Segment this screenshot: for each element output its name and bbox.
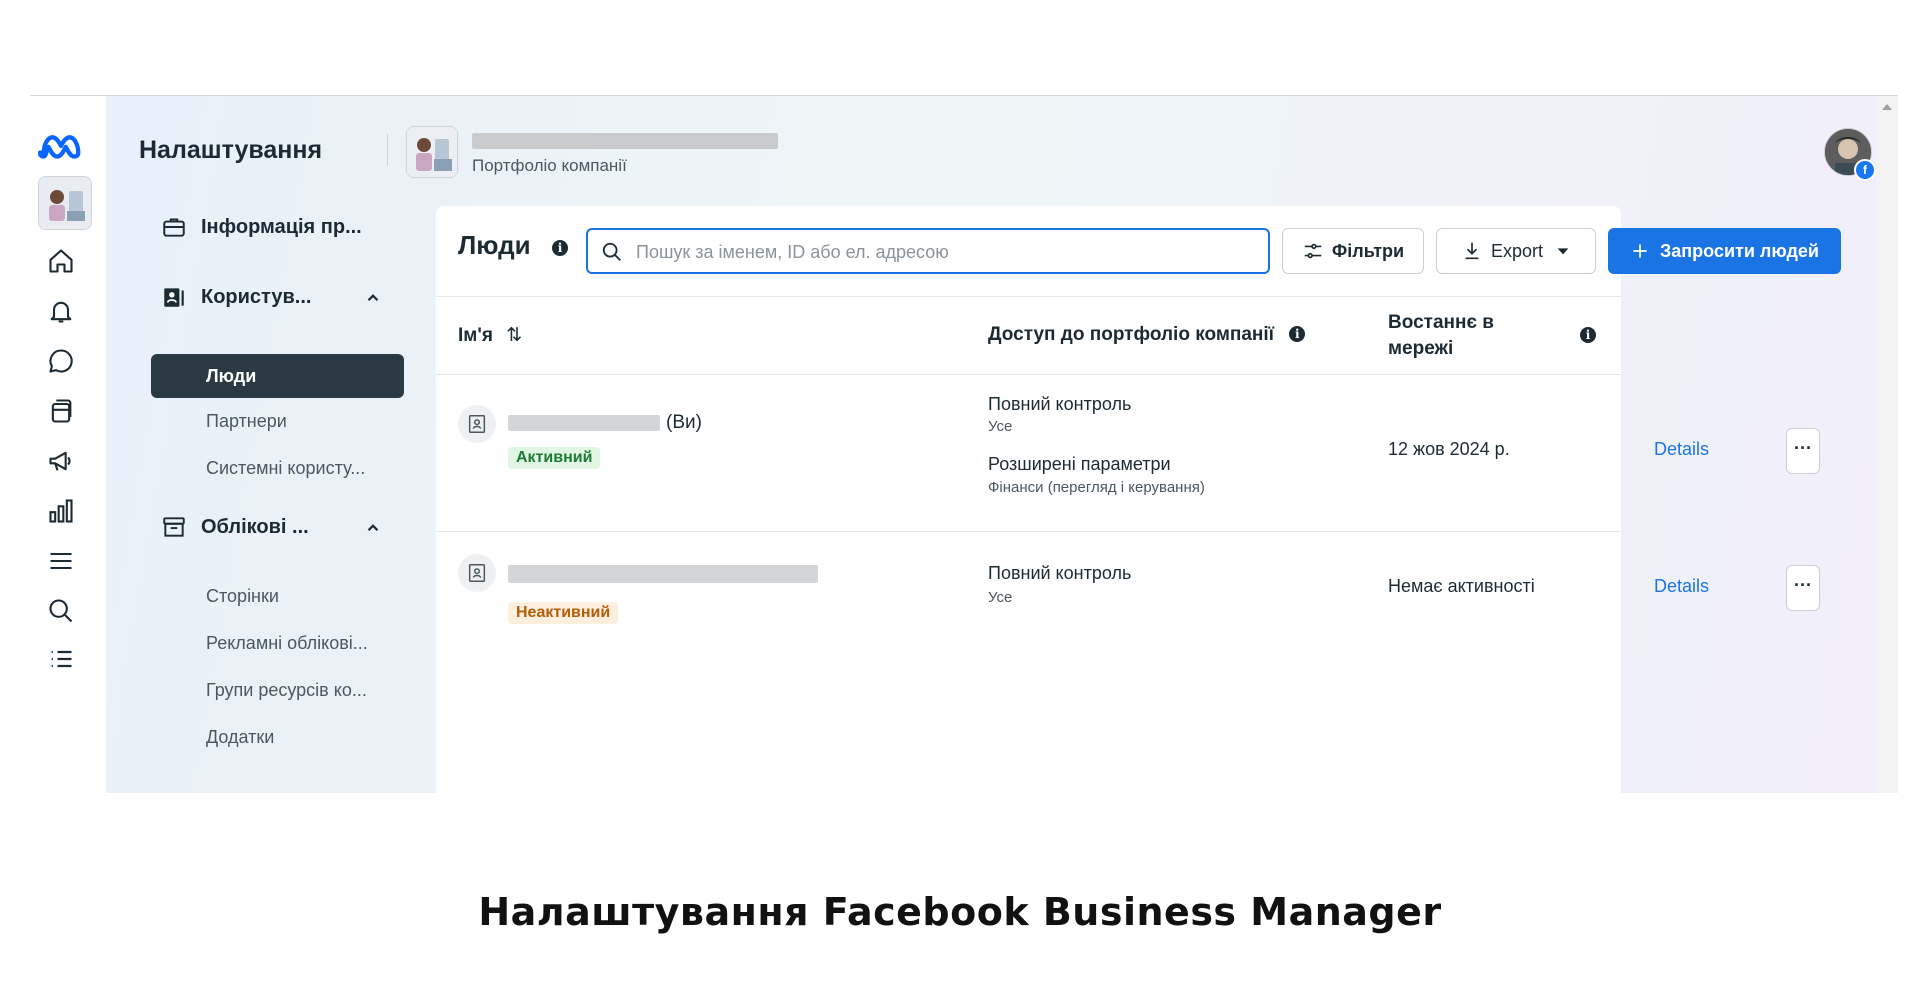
sidebar-item-ad-accounts[interactable]: Рекламні облікові...	[206, 633, 368, 654]
sidebar-item-label: Інформація пр...	[201, 215, 362, 238]
plus-icon	[1633, 244, 1647, 258]
filters-button[interactable]: Фільтри	[1282, 228, 1424, 274]
page-title: Налаштування	[139, 136, 323, 164]
bell-icon[interactable]	[46, 296, 76, 326]
info-icon[interactable]: i	[1289, 326, 1306, 342]
invite-label: Запросити людей	[1660, 240, 1819, 261]
column-access: Доступ до портфоліо компанії i	[988, 324, 1306, 346]
column-name-label: Ім'я	[458, 325, 493, 346]
access-scope: Фінанси (перегляд і керування)	[988, 479, 1205, 496]
column-access-label: Доступ до портфоліо компанії	[988, 324, 1275, 345]
sidebar-section-label: Користув...	[201, 285, 312, 308]
icon-rail	[30, 96, 106, 793]
sort-icon[interactable]: ⇅	[506, 325, 522, 346]
search-input[interactable]	[634, 238, 1258, 266]
access-scope: Усе	[988, 589, 1013, 606]
sidebar-section-users[interactable]: Користув...	[161, 284, 311, 310]
chevron-up-icon[interactable]	[364, 519, 382, 537]
pages-icon[interactable]	[46, 396, 76, 426]
access-level: Повний контроль	[988, 563, 1132, 583]
home-icon[interactable]	[46, 246, 76, 276]
more-options-button[interactable]: ···	[1786, 565, 1820, 611]
business-manager-window: Налаштування Портфоліо компанії f Інформ…	[30, 95, 1898, 793]
page-scrollbar[interactable]	[1876, 96, 1898, 793]
sidebar-item-apps[interactable]: Додатки	[206, 727, 274, 748]
access-level: Повний контроль	[988, 394, 1132, 414]
scroll-up-arrow-icon[interactable]	[1882, 104, 1892, 110]
business-avatar[interactable]	[38, 176, 92, 230]
users-id-icon	[164, 288, 184, 307]
sidebar-item-people[interactable]: Люди	[151, 354, 404, 398]
column-last-online-label: Востаннє в	[1388, 312, 1494, 333]
info-icon[interactable]: i	[1580, 327, 1596, 343]
access-scope: Усе	[988, 418, 1013, 435]
people-search[interactable]	[586, 228, 1270, 274]
people-toolbar: Люди i Фільтри Export Запросити л	[436, 206, 1841, 297]
chevron-up-icon[interactable]	[364, 289, 382, 307]
people-title: Люди	[458, 230, 531, 260]
meta-logo-icon[interactable]	[38, 122, 84, 168]
archive-icon	[163, 517, 185, 537]
export-label: Export	[1490, 240, 1544, 261]
column-last-online-label: мережі	[1388, 338, 1454, 359]
list-icon[interactable]	[46, 644, 76, 674]
portfolio-name-redacted	[472, 133, 778, 149]
sidebar-item-partners[interactable]: Партнери	[206, 411, 287, 432]
image-caption: Налаштування Facebook Business Manager	[478, 890, 1442, 934]
column-last-online: Востаннє в мережі	[1388, 310, 1494, 362]
export-button[interactable]: Export	[1436, 228, 1596, 274]
more-options-button[interactable]: ···	[1786, 428, 1820, 474]
column-name[interactable]: Ім'я ⇅	[458, 324, 522, 347]
main-area: Налаштування Портфоліо компанії f Інформ…	[106, 96, 1876, 793]
chat-icon[interactable]	[46, 346, 76, 376]
access-level: Розширені параметри	[988, 454, 1171, 474]
facebook-badge-icon: f	[1854, 159, 1876, 181]
sidebar-section-accounts[interactable]: Облікові ...	[161, 514, 309, 540]
person-id-icon	[458, 554, 496, 592]
status-badge: Активний	[508, 447, 601, 469]
menu-icon[interactable]	[46, 546, 76, 576]
sidebar-item-asset-groups[interactable]: Групи ресурсів ко...	[206, 680, 367, 701]
header-divider	[387, 134, 388, 166]
search-icon	[602, 242, 621, 261]
person-id-icon	[458, 405, 496, 443]
table-header: Ім'я ⇅ Доступ до портфоліо компанії i Во…	[436, 296, 1621, 375]
status-badge: Неактивний	[508, 602, 619, 624]
sidebar-item-pages[interactable]: Сторінки	[206, 586, 279, 607]
info-icon[interactable]: i	[552, 240, 568, 256]
download-icon	[1465, 242, 1479, 260]
portfolio-avatar[interactable]	[406, 126, 458, 178]
last-online-value: 12 жов 2024 р.	[1388, 439, 1510, 459]
chart-icon[interactable]	[46, 496, 76, 526]
sidebar-section-label: Облікові ...	[201, 515, 309, 538]
caret-down-icon	[1557, 248, 1569, 255]
last-online-value: Немає активності	[1388, 576, 1535, 596]
person-name-suffix: (Ви)	[666, 412, 702, 433]
person-name-redacted	[508, 565, 818, 583]
people-panel: Люди i Фільтри Export Запросити л	[436, 206, 1841, 793]
details-link[interactable]: Details	[1654, 439, 1709, 460]
megaphone-icon[interactable]	[46, 446, 76, 476]
sliders-icon	[1304, 243, 1322, 259]
briefcase-icon	[163, 218, 185, 237]
table-row: Неактивний Повний контроль Усе Немає акт…	[436, 532, 1820, 650]
sidebar-item-label: Люди	[206, 366, 257, 386]
person-name-redacted	[508, 415, 660, 431]
details-link[interactable]: Details	[1654, 576, 1709, 597]
table-row: (Ви) Активний Повний контроль Усе Розшир…	[436, 375, 1820, 532]
sidebar-item-business-info[interactable]: Інформація пр...	[161, 214, 362, 240]
filters-label: Фільтри	[1331, 240, 1405, 261]
portfolio-subtitle: Портфоліо компанії	[472, 156, 627, 175]
search-icon[interactable]	[46, 596, 76, 626]
invite-people-button[interactable]: Запросити людей	[1608, 228, 1841, 274]
sidebar-item-system-users[interactable]: Системні користу...	[206, 458, 365, 479]
